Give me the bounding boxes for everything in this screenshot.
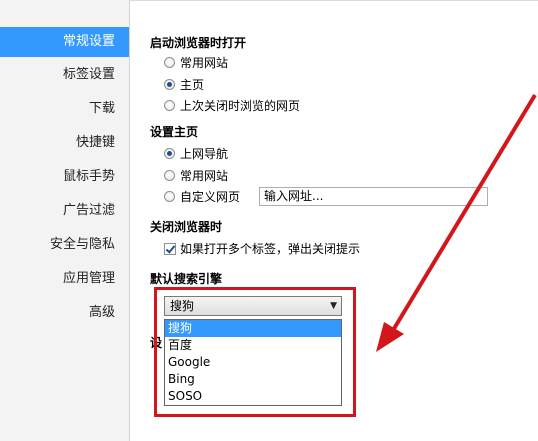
annotation-arrow xyxy=(376,93,537,352)
annotation-arrow-shaft xyxy=(390,93,537,334)
annotation-arrow-head xyxy=(376,322,404,352)
